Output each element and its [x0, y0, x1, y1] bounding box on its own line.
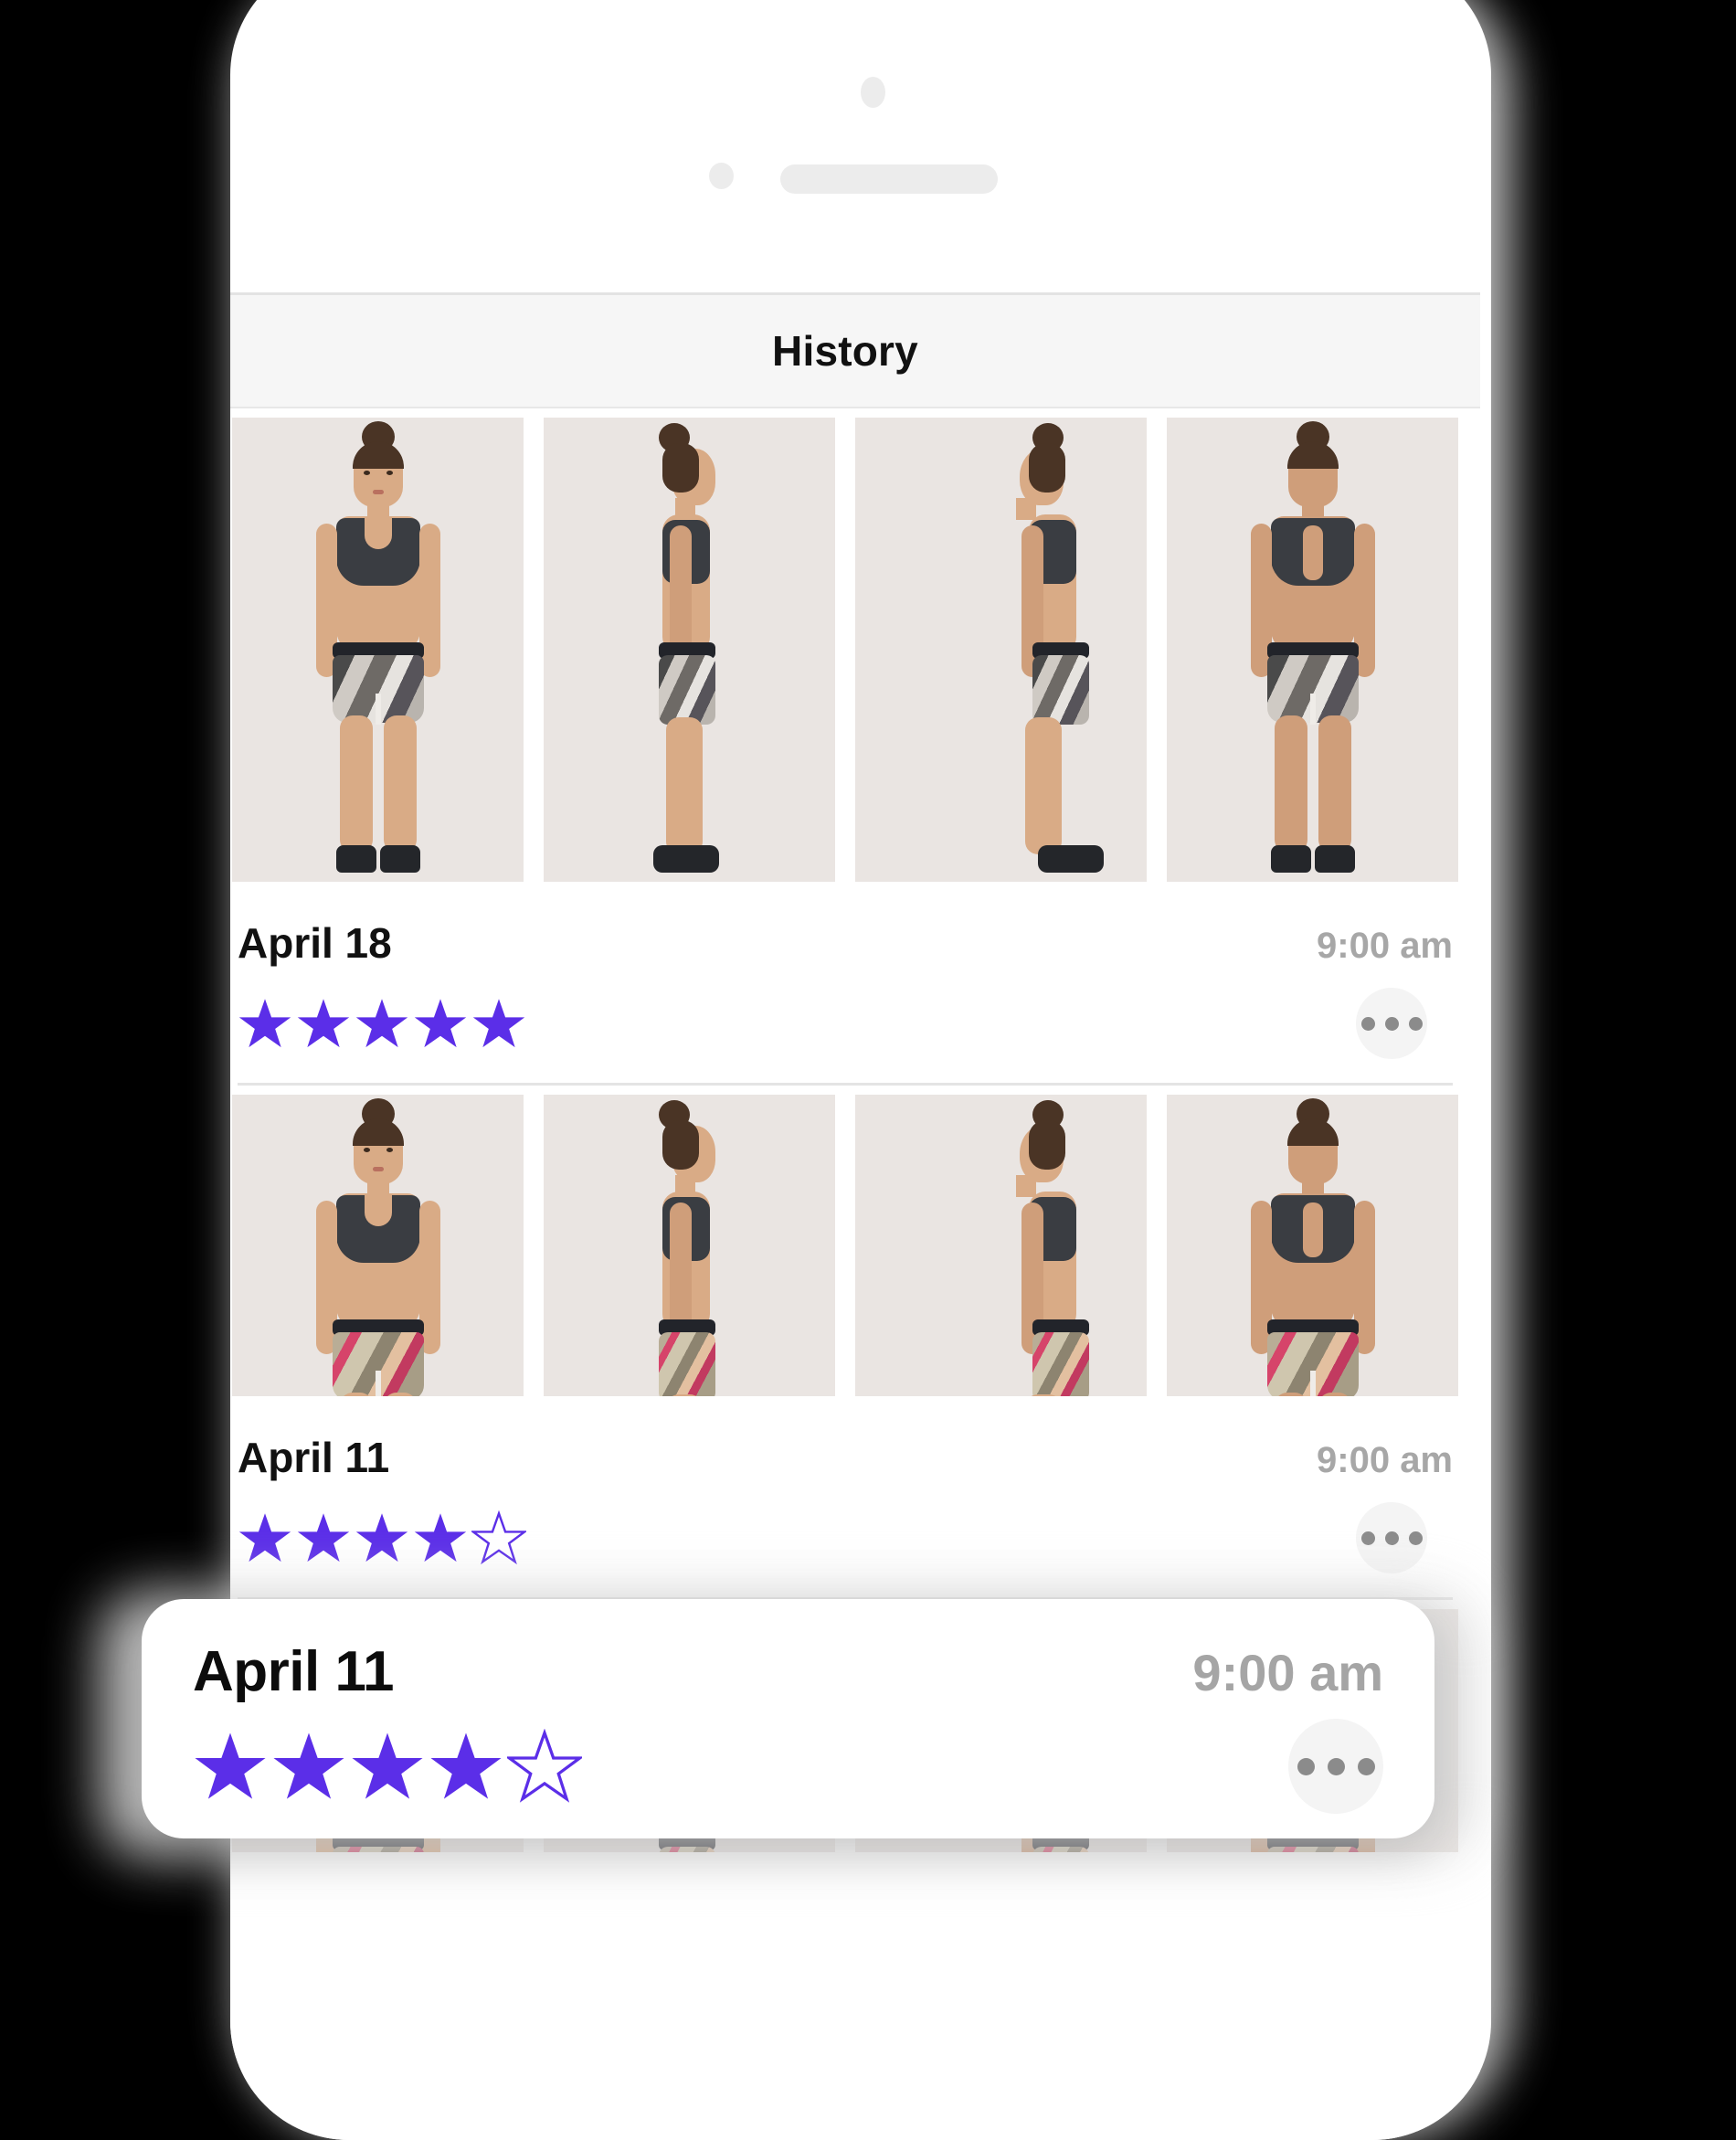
- dot-icon: [1360, 1016, 1375, 1031]
- body-photo-left-profile[interactable]: [855, 418, 1147, 882]
- star-filled-icon[interactable]: [355, 996, 409, 1051]
- history-entry[interactable]: April 18 9:00 am: [230, 882, 1480, 1083]
- earpiece-speaker-icon: [780, 164, 998, 194]
- body-photo-front[interactable]: [232, 1095, 524, 1396]
- entry-divider: [238, 1083, 1453, 1086]
- star-filled-icon[interactable]: [413, 1510, 468, 1565]
- star-filled-icon[interactable]: [193, 1729, 268, 1804]
- more-options-button[interactable]: [1356, 1502, 1427, 1573]
- camera-dot-icon: [861, 77, 885, 108]
- star-filled-icon[interactable]: [238, 996, 292, 1051]
- entry-date: April 11: [193, 1640, 395, 1703]
- star-filled-icon[interactable]: [471, 996, 526, 1051]
- card-header-row: April 11 9:00 am: [142, 1599, 1434, 1704]
- photo-row: [230, 418, 1480, 882]
- app-screen: History April 18 9:00 am April 11 9:00 am: [230, 292, 1480, 2140]
- star-filled-icon[interactable]: [296, 996, 351, 1051]
- entry-time: 9:00 am: [1317, 1440, 1453, 1480]
- card-rating-row: [142, 1704, 1434, 1814]
- entry-header-row: April 11 9:00 am: [238, 1396, 1453, 1482]
- history-entry[interactable]: April 11 9:00 am: [230, 1396, 1480, 1597]
- body-photo-left-profile[interactable]: [855, 1095, 1147, 1396]
- history-entry-card-highlighted[interactable]: April 11 9:00 am: [142, 1599, 1434, 1838]
- more-options-button[interactable]: [1288, 1719, 1383, 1814]
- app-header: History: [230, 292, 1480, 408]
- body-photo-right-profile[interactable]: [544, 1095, 835, 1396]
- star-rating[interactable]: [238, 1510, 526, 1565]
- dot-icon: [1297, 1757, 1315, 1775]
- entry-time: 9:00 am: [1192, 1644, 1383, 1701]
- star-filled-icon[interactable]: [271, 1729, 346, 1804]
- dot-icon: [1384, 1531, 1399, 1545]
- entry-rating-row: [238, 1482, 1453, 1597]
- star-filled-icon[interactable]: [429, 1729, 503, 1804]
- star-filled-icon[interactable]: [413, 996, 468, 1051]
- star-filled-icon[interactable]: [350, 1729, 425, 1804]
- more-options-button[interactable]: [1356, 988, 1427, 1059]
- dot-icon: [1384, 1016, 1399, 1031]
- dot-icon: [1408, 1531, 1423, 1545]
- page-title: History: [772, 327, 918, 375]
- body-photo-right-profile[interactable]: [544, 418, 835, 882]
- star-outline-icon[interactable]: [507, 1729, 582, 1804]
- star-outline-icon[interactable]: [471, 1510, 526, 1565]
- body-photo-back[interactable]: [1167, 418, 1458, 882]
- entry-time: 9:00 am: [1317, 926, 1453, 966]
- dot-icon: [1357, 1757, 1375, 1775]
- star-rating[interactable]: [238, 996, 526, 1051]
- dot-icon: [1360, 1531, 1375, 1545]
- body-photo-front[interactable]: [232, 418, 524, 882]
- entry-date: April 18: [238, 919, 392, 967]
- entry-date: April 11: [238, 1434, 390, 1481]
- entry-header-row: April 18 9:00 am: [238, 882, 1453, 968]
- body-photo-back[interactable]: [1167, 1095, 1458, 1396]
- star-filled-icon[interactable]: [355, 1510, 409, 1565]
- dot-icon: [1408, 1016, 1423, 1031]
- photo-row: [230, 1095, 1480, 1396]
- entry-rating-row: [238, 968, 1453, 1083]
- star-filled-icon[interactable]: [296, 1510, 351, 1565]
- proximity-sensor-icon: [709, 163, 734, 189]
- dot-icon: [1327, 1757, 1345, 1775]
- star-rating[interactable]: [193, 1729, 582, 1804]
- star-filled-icon[interactable]: [238, 1510, 292, 1565]
